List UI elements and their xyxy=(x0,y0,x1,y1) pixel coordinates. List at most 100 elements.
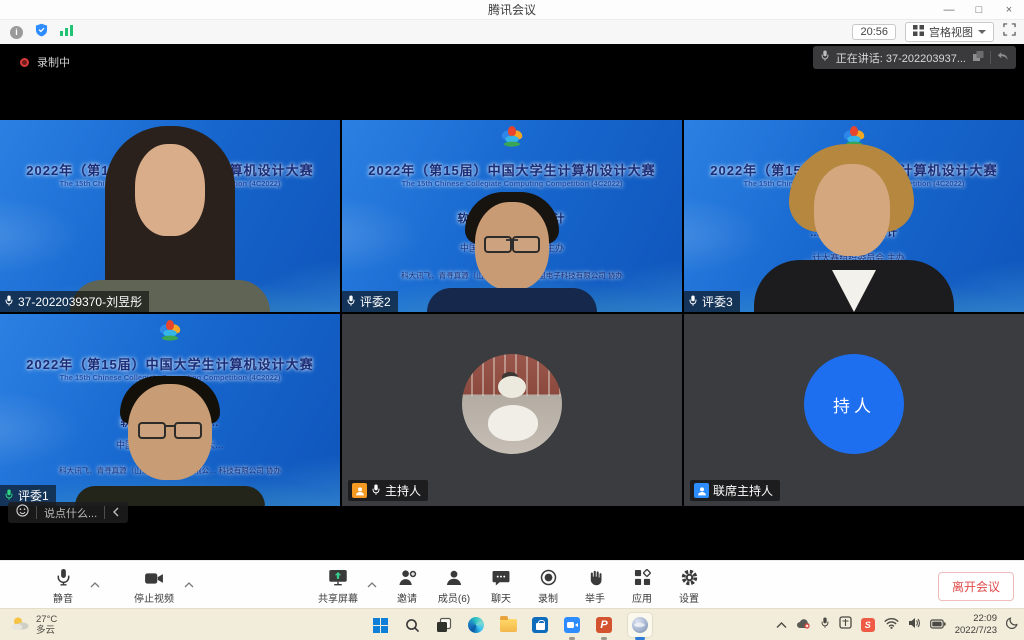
video-stage: 录制中 正在讲话: 37-202203937... 2022年（第15 xyxy=(0,44,1024,560)
tencent-meeting-app-icon[interactable] xyxy=(563,616,581,634)
divider xyxy=(36,506,37,519)
wifi-icon[interactable] xyxy=(884,616,899,634)
weather-icon xyxy=(10,615,30,635)
video-tile-judge3[interactable]: 2022年（第15届）中国大学生计算机设计大赛 The 15th Chinese… xyxy=(684,120,1024,312)
camera-icon xyxy=(144,568,164,586)
mic-icon xyxy=(371,483,381,499)
competition-logo xyxy=(496,124,528,156)
divider xyxy=(990,51,991,64)
video-tile-judge1[interactable]: 2022年（第15届）中国大学生计算机设计大赛 The 15th Chinese… xyxy=(0,314,340,506)
mic-icon xyxy=(55,568,72,586)
video-grid: 2022年（第15届）中国大学生计算机设计大赛 The 15th Chinese… xyxy=(0,120,1024,506)
cohost-role-icon xyxy=(694,483,709,498)
cloud-sync-error-icon[interactable] xyxy=(796,616,811,634)
participant-label: 主持人 xyxy=(348,480,428,501)
task-view-icon[interactable] xyxy=(435,616,453,634)
mic-icon xyxy=(688,294,698,310)
tray-chevron-up-icon[interactable] xyxy=(776,616,787,634)
ime-input-icon[interactable] xyxy=(839,616,852,634)
window-title: 腾讯会议 xyxy=(488,1,536,18)
collapse-chevron-icon[interactable] xyxy=(112,504,120,522)
windows-taskbar: 27°C 多云 P xyxy=(0,608,1024,640)
video-tile-host[interactable]: 主持人 xyxy=(342,314,682,506)
invite-button[interactable]: 邀请 xyxy=(390,568,424,605)
restore-view-icon[interactable] xyxy=(997,49,1009,67)
grid-view-icon xyxy=(913,25,924,39)
participant-label: 37-2022039370-刘昱彤 xyxy=(0,291,149,312)
minimize-button[interactable]: — xyxy=(934,0,964,20)
settings-button[interactable]: 设置 xyxy=(672,568,706,605)
tray-mic-icon[interactable] xyxy=(820,616,830,634)
meeting-info-icon[interactable]: i xyxy=(10,26,23,39)
powerpoint-icon[interactable]: P xyxy=(595,616,613,634)
tencent-meeting-window: 腾讯会议 — □ × i 20:56 宫格视图 xyxy=(0,0,1024,640)
active-speaker-pill: 正在讲话: 37-202203937... xyxy=(813,46,1016,69)
video-tile-cohost[interactable]: 持人 联席主持人 xyxy=(684,314,1024,506)
windows-start-icon[interactable] xyxy=(371,616,389,634)
battery-icon[interactable] xyxy=(930,616,946,634)
members-button[interactable]: 成员(6) xyxy=(437,568,471,605)
members-icon xyxy=(445,568,463,586)
close-button[interactable]: × xyxy=(994,0,1024,20)
restore-button[interactable]: □ xyxy=(964,0,994,20)
mute-options-caret[interactable] xyxy=(90,575,100,593)
chat-bubble-icon xyxy=(492,568,510,586)
gear-icon xyxy=(681,568,698,586)
view-mode-selector[interactable]: 宫格视图 xyxy=(905,22,994,42)
view-mode-label: 宫格视图 xyxy=(929,24,973,40)
host-avatar xyxy=(462,354,562,454)
share-screen-icon xyxy=(328,568,348,586)
focus-assist-moon-icon[interactable] xyxy=(1006,616,1018,634)
edge-browser-icon[interactable] xyxy=(467,616,485,634)
taskbar-clock[interactable]: 22:09 2022/7/23 xyxy=(955,613,997,638)
chat-input[interactable]: 说点什么... xyxy=(44,505,97,521)
search-icon[interactable] xyxy=(403,616,421,634)
participant-video xyxy=(65,126,275,312)
competition-logo xyxy=(154,318,186,350)
recording-indicator: 录制中 xyxy=(20,54,70,70)
share-options-caret[interactable] xyxy=(367,575,377,593)
mute-button[interactable]: 静音 xyxy=(46,568,80,605)
record-button[interactable]: 录制 xyxy=(531,568,565,605)
share-screen-button[interactable]: 共享屏幕 xyxy=(318,568,358,605)
leave-meeting-button[interactable]: 离开会议 xyxy=(938,572,1014,601)
weather-widget[interactable]: 27°C 多云 xyxy=(10,609,57,640)
divider xyxy=(104,506,105,519)
meeting-duration: 20:56 xyxy=(852,24,896,40)
chevron-down-icon xyxy=(978,30,986,34)
cohost-avatar: 持人 xyxy=(804,354,904,454)
apps-grid-icon xyxy=(634,568,651,586)
participant-video xyxy=(75,376,265,506)
sogou-input-icon[interactable]: S xyxy=(861,618,875,632)
mic-icon xyxy=(346,294,356,310)
network-signal-icon[interactable] xyxy=(60,23,74,41)
quick-chat-bar[interactable]: 说点什么... xyxy=(8,502,128,523)
security-shield-icon[interactable] xyxy=(35,23,48,42)
active-meeting-window-icon[interactable] xyxy=(627,612,653,638)
participant-label: 评委2 xyxy=(342,291,398,312)
video-options-caret[interactable] xyxy=(184,575,194,593)
fullscreen-icon[interactable] xyxy=(1003,23,1016,41)
file-explorer-icon[interactable] xyxy=(499,616,517,634)
video-tile-liuyutong[interactable]: 2022年（第15届）中国大学生计算机设计大赛 The 15th Chinese… xyxy=(0,120,340,312)
participant-video xyxy=(427,192,597,312)
host-role-icon xyxy=(352,483,367,498)
chat-button[interactable]: 聊天 xyxy=(484,568,518,605)
mic-icon xyxy=(820,49,830,67)
participant-label: 联席主持人 xyxy=(690,480,780,501)
raise-hand-icon xyxy=(588,568,603,586)
record-dot-icon xyxy=(20,58,29,67)
window-titlebar: 腾讯会议 — □ × xyxy=(0,0,1024,20)
emoji-icon[interactable] xyxy=(16,504,29,522)
video-tile-judge2[interactable]: 2022年（第15届）中国大学生计算机设计大赛 The 15th Chinese… xyxy=(342,120,682,312)
meeting-toolbar: 静音 停止视频 共享屏幕 xyxy=(0,560,1024,608)
raise-hand-button[interactable]: 举手 xyxy=(578,568,612,605)
active-speaker-label: 正在讲话: 37-202203937... xyxy=(836,50,966,66)
speaker-icon[interactable] xyxy=(908,616,921,634)
microsoft-store-icon[interactable] xyxy=(531,616,549,634)
switch-layout-icon[interactable] xyxy=(972,49,984,67)
stop-video-button[interactable]: 停止视频 xyxy=(134,568,174,605)
invite-person-icon xyxy=(398,568,417,586)
participant-video xyxy=(754,144,954,312)
apps-button[interactable]: 应用 xyxy=(625,568,659,605)
